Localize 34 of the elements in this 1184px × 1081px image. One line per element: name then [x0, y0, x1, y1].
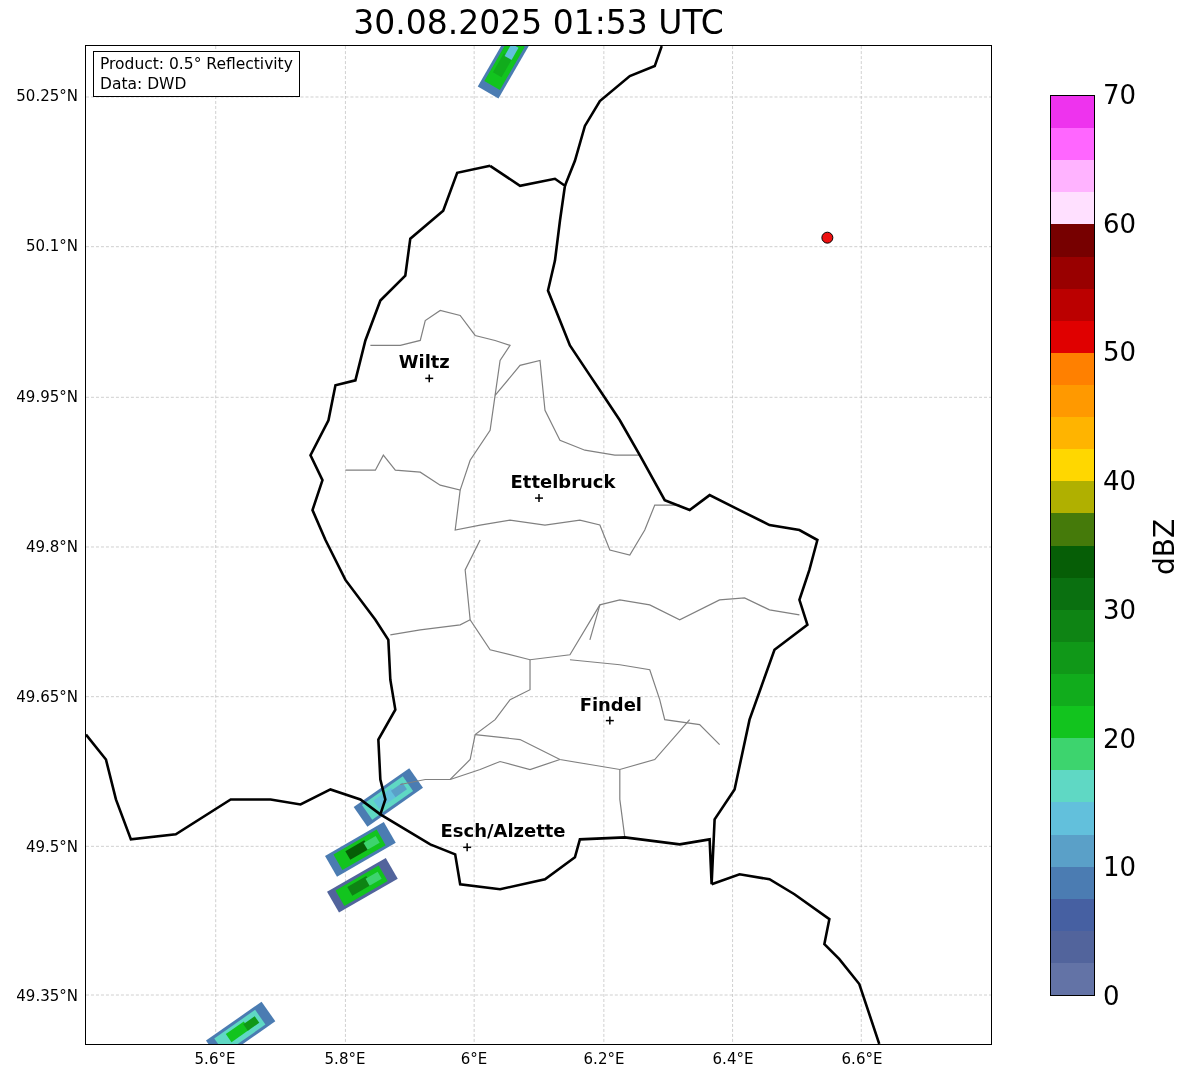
city-label: Esch/Alzette: [440, 820, 566, 842]
latitude-label: 50.1°N: [25, 237, 78, 255]
city-label: Ettelbruck: [510, 471, 616, 493]
latitude-label: 49.8°N: [25, 538, 78, 556]
latitude-label: 50.25°N: [16, 87, 78, 105]
longitude-label: 6.4°E: [712, 1050, 754, 1068]
colorbar-tick-label: 50: [1103, 337, 1137, 368]
chart-title: 30.08.2025 01:53 UTC: [353, 3, 724, 43]
latitude-label: 49.95°N: [16, 388, 78, 406]
longitude-label: 5.8°E: [324, 1050, 366, 1068]
longitude-label: 6°E: [460, 1050, 488, 1068]
colorbar-label: dBZ: [1149, 518, 1182, 576]
colorbar-tick-label: 30: [1103, 594, 1137, 625]
radar-site-dot: [821, 231, 834, 244]
city-label: Findel: [579, 693, 643, 715]
plus-icon: [534, 493, 544, 503]
colorbar-tick-label: 20: [1103, 723, 1137, 754]
plus-icon: [462, 842, 472, 853]
colorbar-tick-label: 60: [1103, 208, 1137, 239]
colorbar-tick-label: 70: [1103, 80, 1137, 110]
plus-icon: [424, 373, 434, 384]
latitude-label: 49.65°N: [16, 688, 78, 706]
colorbar-tick-label: 40: [1103, 466, 1137, 497]
longitude-label: 6.6°E: [841, 1050, 883, 1068]
plus-icon: [605, 715, 615, 726]
longitude-label: 5.6°E: [194, 1050, 236, 1068]
latitude-label: 49.35°N: [16, 987, 78, 1005]
info-text: Product: 0.5° Reflectivity: [100, 54, 293, 74]
info-text: Data: DWD: [100, 74, 188, 94]
colorbar-tick-label: 10: [1103, 852, 1137, 883]
colorbar-tick-label: 0: [1103, 981, 1120, 1011]
latitude-label: 49.5°N: [25, 838, 78, 856]
city-label: Wiltz: [398, 351, 450, 373]
longitude-label: 6.2°E: [583, 1050, 625, 1068]
